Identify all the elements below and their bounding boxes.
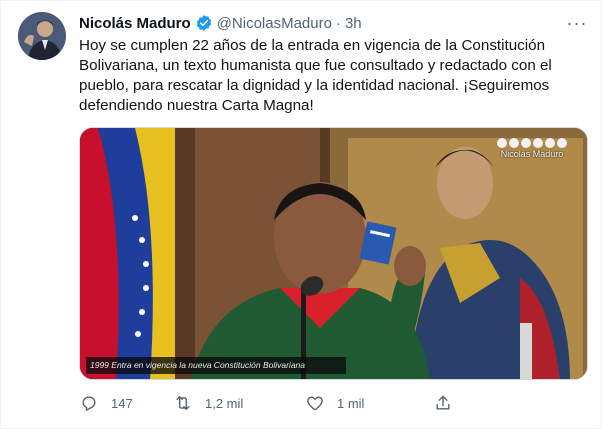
- twitter-icon: [497, 138, 507, 148]
- media-watermark: Nicolás Maduro: [487, 138, 577, 159]
- reply-icon: [82, 396, 96, 411]
- share-icon: [436, 395, 450, 410]
- facebook-icon: [509, 138, 519, 148]
- tweet-card[interactable]: Nicolás Maduro @NicolasMaduro · 3h ··· H…: [0, 0, 602, 429]
- tweet-media-image[interactable]: Nicolás Maduro 1999 Entra en vigencia la…: [79, 127, 588, 380]
- tweet-text-line: pueblo, para rescatar la dignidad y la i…: [79, 77, 550, 94]
- author-name[interactable]: Nicolás Maduro: [79, 15, 191, 32]
- verified-badge-icon: [195, 14, 213, 32]
- tweet-text-line: Bolivariana, un texto humanista que fue …: [79, 57, 552, 74]
- share-button[interactable]: [433, 393, 453, 413]
- tweet-text-line: defendiendo nuestra Carta Magna!: [79, 97, 314, 114]
- instagram-icon: [521, 138, 531, 148]
- watermark-name: Nicolás Maduro: [500, 149, 564, 159]
- author-handle[interactable]: @NicolasMaduro: [217, 15, 332, 32]
- social-icons: [487, 138, 577, 148]
- like-count: 1 mil: [337, 395, 365, 411]
- like-button[interactable]: 1 mil: [305, 393, 433, 413]
- avatar[interactable]: [18, 12, 66, 60]
- reply-button[interactable]: 147: [79, 393, 173, 413]
- retweet-count: 1,2 mil: [205, 395, 244, 411]
- reply-count: 147: [111, 395, 133, 411]
- retweet-button[interactable]: 1,2 mil: [173, 393, 305, 413]
- tweet-text-line: Hoy se cumplen 22 años de la entrada en …: [79, 37, 546, 54]
- separator-dot: ·: [335, 14, 341, 32]
- tweet-timestamp[interactable]: 3h: [345, 15, 362, 32]
- tweet-header: Nicolás Maduro @NicolasMaduro · 3h ···: [79, 13, 589, 33]
- tweet-actions: 147 1,2 mil 1 mil: [79, 393, 509, 413]
- more-icon[interactable]: ···: [565, 13, 589, 33]
- tweet-text: Hoy se cumplen 22 años de la entrada en …: [79, 36, 579, 116]
- youtube-icon: [545, 138, 555, 148]
- like-icon: [307, 396, 323, 411]
- telegram-icon: [557, 138, 567, 148]
- media-caption: 1999 Entra en vigencia la nueva Constitu…: [86, 357, 346, 374]
- retweet-icon: [176, 396, 190, 410]
- tiktok-icon: [533, 138, 543, 148]
